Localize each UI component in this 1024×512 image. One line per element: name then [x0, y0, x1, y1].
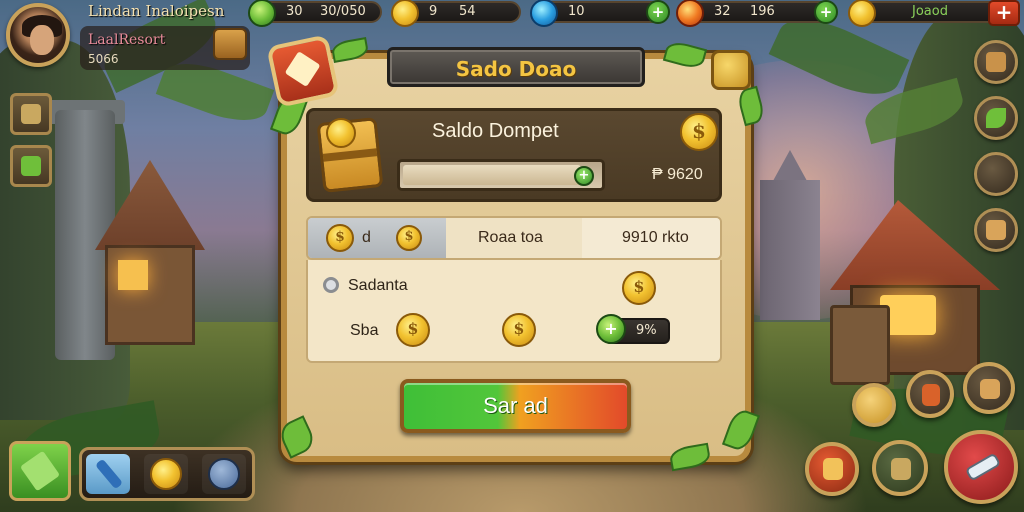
- small-coin-button[interactable]: [852, 383, 896, 427]
- coin-icon: [150, 458, 182, 490]
- wallet-tabs: $ d $ Roaa toa 9910 rkto: [306, 216, 722, 260]
- treasure-chest-icon[interactable]: [213, 28, 247, 60]
- camera-icon: [208, 458, 240, 490]
- stone-tower: [760, 180, 820, 320]
- wallet-progress-bar: +: [397, 159, 605, 191]
- currency-value: 10: [568, 4, 585, 19]
- shop-coin-button[interactable]: [974, 152, 1018, 196]
- craft-button-alt[interactable]: [963, 362, 1015, 414]
- row-label-amount: Sba: [350, 322, 379, 339]
- player-avatar[interactable]: [6, 3, 70, 67]
- tool-slot-coins[interactable]: [144, 454, 188, 494]
- tab-coins[interactable]: $ d $: [308, 218, 446, 258]
- map-button[interactable]: [10, 145, 52, 187]
- tab-label: Roaa toa: [478, 229, 543, 246]
- wallet-balance: ₱ 9620: [652, 166, 703, 183]
- save-button-label: Sar ad: [483, 393, 548, 418]
- scroll-icon: [21, 104, 41, 124]
- leaf-icon: [986, 108, 1006, 128]
- build-button[interactable]: [974, 208, 1018, 252]
- tool-slot-tools[interactable]: [86, 454, 130, 494]
- star-icon: [823, 458, 843, 480]
- coin-icon: [326, 118, 356, 148]
- flag-icon: [922, 384, 940, 406]
- resort-name: LaalResort: [88, 32, 166, 48]
- pencil-icon: [19, 450, 61, 492]
- currency-value: 32: [714, 4, 731, 19]
- coin-icon: $: [326, 224, 354, 252]
- quest-button[interactable]: [10, 93, 52, 135]
- battle-button[interactable]: [805, 442, 859, 496]
- row-label-balance: Sadanta: [348, 277, 408, 294]
- add-funds-button[interactable]: +: [574, 166, 594, 186]
- tool-slot-camera[interactable]: [202, 454, 246, 494]
- bag-icon: [986, 52, 1006, 72]
- tab-label: 9910 rkto: [622, 229, 689, 246]
- main-action-button[interactable]: [944, 430, 1018, 504]
- edit-button[interactable]: [9, 441, 71, 501]
- chest-band: [322, 148, 378, 162]
- add-percent-icon[interactable]: +: [596, 314, 626, 344]
- currency-value: 30: [286, 4, 303, 19]
- shield-emblem: [284, 51, 321, 88]
- emblem-shield-icon: [266, 34, 340, 108]
- close-badge-icon[interactable]: [711, 50, 751, 90]
- add-fire-button[interactable]: +: [814, 0, 838, 24]
- coin-icon[interactable]: $: [622, 271, 656, 305]
- coin-icon[interactable]: $: [502, 313, 536, 347]
- percent-value: 9%: [636, 323, 657, 338]
- coin-icon: [391, 0, 419, 27]
- leaf-icon: [21, 156, 41, 176]
- wooden-bench: [830, 305, 890, 385]
- currency-value-secondary: 54: [459, 4, 476, 19]
- craft-button[interactable]: [906, 370, 954, 418]
- avatar-face: [30, 25, 54, 55]
- gem-icon: [530, 0, 558, 27]
- sword-icon: [964, 452, 1002, 482]
- dialog-title: Sado Doao: [455, 57, 577, 81]
- tab-history[interactable]: Roaa toa: [446, 218, 582, 258]
- currency-value-secondary: 196: [750, 4, 775, 19]
- dialog-title-plate: Sado Doao: [387, 47, 645, 87]
- coin-icon: $: [396, 225, 422, 251]
- tab-details[interactable]: 9910 rkto: [582, 218, 720, 258]
- tab-label: d: [362, 229, 371, 246]
- fire-icon: [676, 0, 704, 27]
- save-button[interactable]: Sar ad: [400, 379, 631, 433]
- hammer-icon: [986, 220, 1006, 240]
- left-hut-window: [118, 260, 148, 290]
- coin-icon[interactable]: $: [396, 313, 430, 347]
- currency-gem[interactable]: 10 +: [530, 0, 670, 27]
- add-gem-button[interactable]: +: [646, 0, 670, 24]
- bottom-toolbar: [79, 447, 255, 501]
- progress-fill: [403, 165, 581, 185]
- wallet-title: Saldo Dompet: [432, 120, 559, 142]
- currency-leaf[interactable]: 30 30/050: [248, 0, 382, 27]
- hammer-icon: [980, 379, 1000, 399]
- currency-fire[interactable]: 32 196 +: [676, 0, 838, 27]
- leaf-icon: [248, 0, 276, 27]
- resort-level: 5066: [88, 52, 119, 66]
- inventory-button[interactable]: [974, 40, 1018, 84]
- player-name: Lindan Inaloipesn: [88, 2, 225, 20]
- currency-value: 9: [429, 4, 438, 19]
- currency-value: Joaod: [912, 4, 948, 19]
- coin-icon: [848, 0, 876, 27]
- currency-coin[interactable]: 9 54: [391, 0, 521, 27]
- wrench-icon: [94, 458, 124, 490]
- wallet-content: [306, 260, 722, 363]
- add-currency-button[interactable]: +: [988, 0, 1020, 26]
- farm-button[interactable]: [872, 440, 928, 496]
- settings-icon[interactable]: [323, 277, 339, 293]
- coin-icon: $: [680, 113, 718, 151]
- tool-icon: [891, 458, 911, 480]
- currency-value-secondary: 30/050: [320, 4, 366, 19]
- nature-button[interactable]: [974, 96, 1018, 140]
